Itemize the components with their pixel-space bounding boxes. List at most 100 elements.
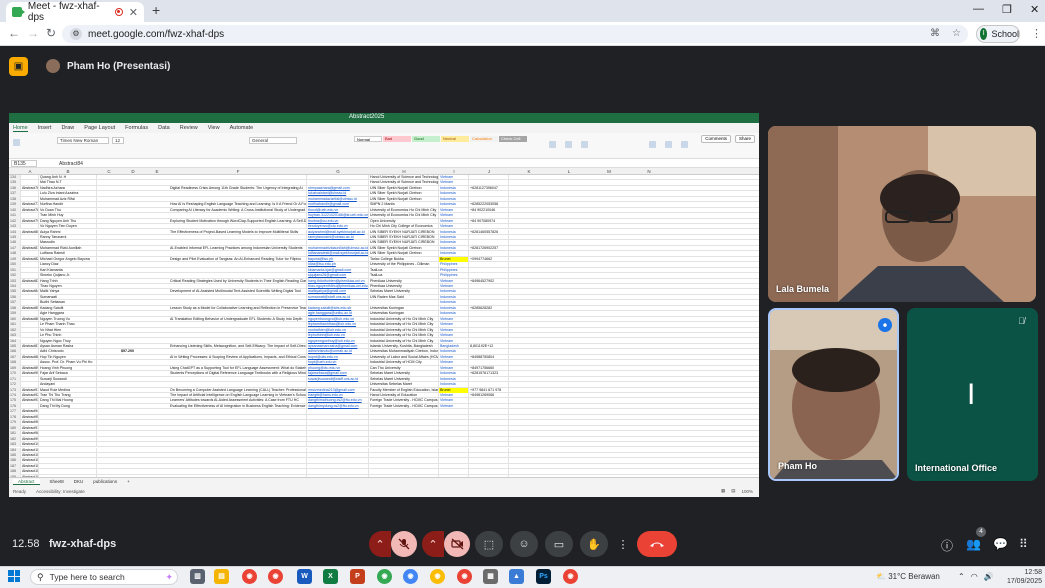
- close-window-icon[interactable]: ✕: [1030, 3, 1039, 16]
- column-header-n: N: [647, 168, 651, 174]
- raise-hand-icon[interactable]: ✋: [580, 531, 608, 557]
- column-header-j: J: [487, 168, 491, 174]
- participant-tile-international-office[interactable]: 🎙̸ I International Office: [907, 308, 1038, 481]
- speaking-indicator-icon: ⦁: [878, 318, 892, 332]
- copilot-sparkle-icon: ✦: [165, 571, 173, 582]
- profile-label: School: [991, 29, 1019, 39]
- chrome-app-icon[interactable]: ◉: [377, 569, 392, 584]
- restore-icon[interactable]: ❐: [1002, 3, 1012, 16]
- people-icon[interactable]: 👥: [966, 537, 981, 551]
- taskbar-clock[interactable]: 12:58 17/09/2025: [1004, 568, 1042, 586]
- chrome-active-icon[interactable]: ◉: [563, 569, 578, 584]
- omnibox-actions: ⌘ ☆: [930, 28, 961, 39]
- participant-tile-lala[interactable]: Lala Bumela: [768, 126, 1036, 302]
- wifi-icon[interactable]: ◠: [971, 572, 978, 581]
- present-icon[interactable]: ⬚: [475, 531, 503, 557]
- status-ready: Ready: [13, 488, 27, 494]
- presented-screen: Abstract2025 Home Insert Draw Page Layout Fo…: [9, 113, 759, 497]
- mic-off-icon[interactable]: [391, 531, 417, 557]
- column-header-b: B: [66, 168, 70, 174]
- camera-options-button[interactable]: ⌃: [422, 531, 444, 557]
- share-button: Share: [734, 135, 755, 143]
- captions-icon[interactable]: ▭: [545, 531, 573, 557]
- pham-video: [770, 310, 897, 479]
- taskbar-search-input[interactable]: ⚲ Type here to search ✦: [30, 569, 178, 585]
- participant-initial: I: [967, 378, 976, 411]
- number-format-box: General: [249, 137, 297, 144]
- meet-favicon-icon: [12, 7, 25, 17]
- photoshop-icon[interactable]: Ps: [536, 569, 551, 584]
- site-info-icon[interactable]: ⚙: [70, 28, 82, 40]
- tab-title: Meet - fwz-xhaf-dps: [27, 1, 100, 23]
- column-header-f: F: [236, 168, 240, 174]
- excel-menu-review: Review: [179, 125, 198, 131]
- camera-off-icon[interactable]: [444, 531, 470, 557]
- page-layout-icon: ▤: [731, 488, 736, 493]
- chrome-app-2-icon[interactable]: ◉: [403, 569, 418, 584]
- formula-bar: B135 Abstract84: [9, 159, 759, 168]
- chrome-icon[interactable]: ◉: [242, 569, 257, 584]
- recording-icon: [114, 8, 123, 16]
- column-headers: A B C D E F G H I J K L M N: [9, 168, 759, 175]
- back-icon[interactable]: ←: [8, 26, 20, 40]
- column-header-c: C: [107, 168, 111, 174]
- excel-ribbon: Times New Roman 12 General Normal Bad Go…: [9, 133, 759, 159]
- volume-icon[interactable]: 🔊: [984, 572, 994, 581]
- word-icon[interactable]: W: [297, 569, 312, 584]
- task-view-icon[interactable]: ▥: [190, 569, 205, 584]
- excel-menu: Home Insert Draw Page Layout Formulas Data Rev…: [9, 123, 759, 133]
- format-icon: [581, 141, 588, 148]
- browser-tab-meet[interactable]: Meet - fwz-xhaf-dps ✕: [6, 1, 144, 23]
- excel-menu-view: View: [207, 125, 220, 131]
- browser-menu-icon[interactable]: ⋮: [1031, 27, 1042, 40]
- presentation-indicator-icon[interactable]: ▣: [9, 57, 28, 76]
- photos-icon[interactable]: ▲: [509, 569, 524, 584]
- participant-name-international-office: International Office: [915, 463, 998, 473]
- column-header-h: H: [402, 168, 406, 174]
- translate-icon[interactable]: ⌘: [930, 28, 940, 39]
- excel-icon[interactable]: X: [323, 569, 338, 584]
- zoom-level: 100%: [741, 488, 753, 494]
- mic-options-button[interactable]: ⌃: [369, 531, 391, 557]
- column-header-m: M: [607, 168, 611, 174]
- chrome-app-3-icon[interactable]: ◉: [430, 569, 445, 584]
- activities-icon[interactable]: ⠿: [1019, 537, 1028, 551]
- powerpoint-icon[interactable]: P: [350, 569, 365, 584]
- forward-icon[interactable]: →: [27, 26, 39, 40]
- calculator-icon[interactable]: ▦: [483, 569, 498, 584]
- excel-menu-automate: Automate: [229, 125, 254, 131]
- info-icon[interactable]: ⓘ: [941, 537, 953, 554]
- zoom-control: ▦ ▤ 100%: [721, 488, 753, 494]
- clock-date: 17/09/2025: [1006, 578, 1042, 585]
- status-accessibility: Accessibility: Investigate: [36, 488, 85, 494]
- clock-time: 12:58: [1024, 569, 1042, 576]
- tab-close-icon[interactable]: ✕: [129, 6, 138, 19]
- column-header-a: A: [28, 168, 32, 174]
- style-neutral: Neutral: [441, 136, 469, 142]
- url-input[interactable]: ⚙ meet.google.com/fwz-xhaf-dps: [62, 25, 968, 43]
- chrome-app-4-icon[interactable]: ◉: [457, 569, 472, 584]
- new-tab-icon[interactable]: +: [152, 2, 160, 18]
- bookmark-star-icon[interactable]: ☆: [952, 28, 961, 39]
- start-button-icon[interactable]: [8, 570, 20, 582]
- tray-chevron-icon[interactable]: ⌃: [958, 572, 965, 581]
- chat-icon[interactable]: 💬: [993, 537, 1008, 551]
- weather-widget[interactable]: ⛅ 31°C Berawan: [876, 572, 940, 581]
- end-call-icon[interactable]: [637, 531, 677, 557]
- analyze-icon: [681, 141, 688, 148]
- reload-icon[interactable]: ↻: [46, 26, 56, 40]
- emoji-icon[interactable]: ☺: [510, 531, 538, 557]
- column-header-d: D: [131, 168, 135, 174]
- paste-icon: [13, 139, 20, 146]
- more-icon[interactable]: ⋮: [615, 531, 631, 557]
- excel-menu-formulas: Formulas: [125, 125, 149, 131]
- excel-menu-data: Data: [158, 125, 170, 131]
- people-count-badge: 4: [976, 527, 986, 537]
- formula-value: Abstract84: [59, 160, 83, 167]
- participant-tile-pham[interactable]: ⦁ Pham Ho: [768, 308, 899, 481]
- minimize-icon[interactable]: —: [973, 3, 984, 15]
- style-check-cell: Check Cell: [499, 136, 527, 142]
- file-explorer-icon[interactable]: ▤: [214, 569, 229, 584]
- profile-button[interactable]: I School: [976, 25, 1020, 43]
- chrome-profile-icon[interactable]: ◉: [268, 569, 283, 584]
